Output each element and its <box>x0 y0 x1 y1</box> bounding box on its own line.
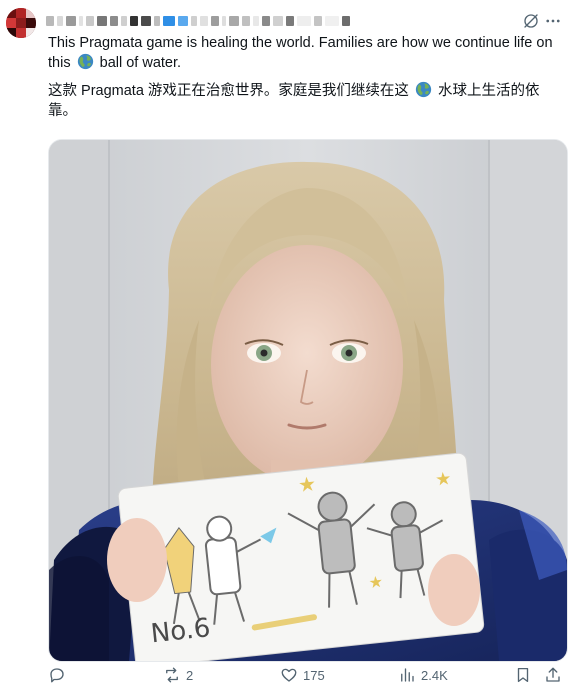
views-button[interactable]: 2.4K <box>398 666 448 684</box>
text-zh-part1: 这款 Pragmata 游戏正在治愈世界。家庭是我们继续在这 <box>48 83 409 99</box>
repost-icon <box>166 667 178 683</box>
text-en-part2: ball of water. <box>99 55 182 71</box>
reply-button[interactable] <box>48 666 71 684</box>
tweet-action-bar: 2 175 2.4K <box>48 666 563 688</box>
grok-icon[interactable] <box>522 12 540 30</box>
svg-text:★: ★ <box>434 468 452 491</box>
share-icon <box>546 667 560 682</box>
drawing-caption: No.6 <box>149 613 212 649</box>
like-count: 175 <box>303 667 325 683</box>
globe-icon <box>77 53 93 70</box>
bookmark-icon <box>517 667 529 683</box>
tweet-header <box>46 14 562 30</box>
views-count: 2.4K <box>421 667 448 683</box>
tweet-text-english: This Pragmata game is healing the world.… <box>48 33 560 73</box>
like-button[interactable]: 175 <box>280 666 325 684</box>
girl-holding-drawing-illustration: ★ ★ ★ No.6 <box>49 140 567 661</box>
more-options-icon[interactable] <box>544 14 562 28</box>
share-button[interactable] <box>544 666 562 684</box>
tweet-text-chinese: 这款 Pragmata 游戏正在治愈世界。家庭是我们继续在这 水球上生活的依靠。 <box>48 81 560 121</box>
bookmark-button[interactable] <box>514 666 532 684</box>
tweet-media-image[interactable]: ★ ★ ★ No.6 <box>48 139 568 662</box>
svg-text:★: ★ <box>297 471 317 497</box>
avatar[interactable] <box>6 8 36 38</box>
tweet-text: This Pragmata game is healing the world.… <box>48 33 560 121</box>
author-name-redacted[interactable] <box>46 16 350 26</box>
reply-icon <box>50 668 64 683</box>
repost-count: 2 <box>186 667 194 683</box>
globe-icon <box>415 81 432 98</box>
heart-icon <box>281 668 297 682</box>
repost-button[interactable]: 2 <box>163 666 193 684</box>
views-icon <box>401 668 414 682</box>
avatar-pixelated-image <box>6 8 36 38</box>
svg-text:★: ★ <box>368 572 384 592</box>
